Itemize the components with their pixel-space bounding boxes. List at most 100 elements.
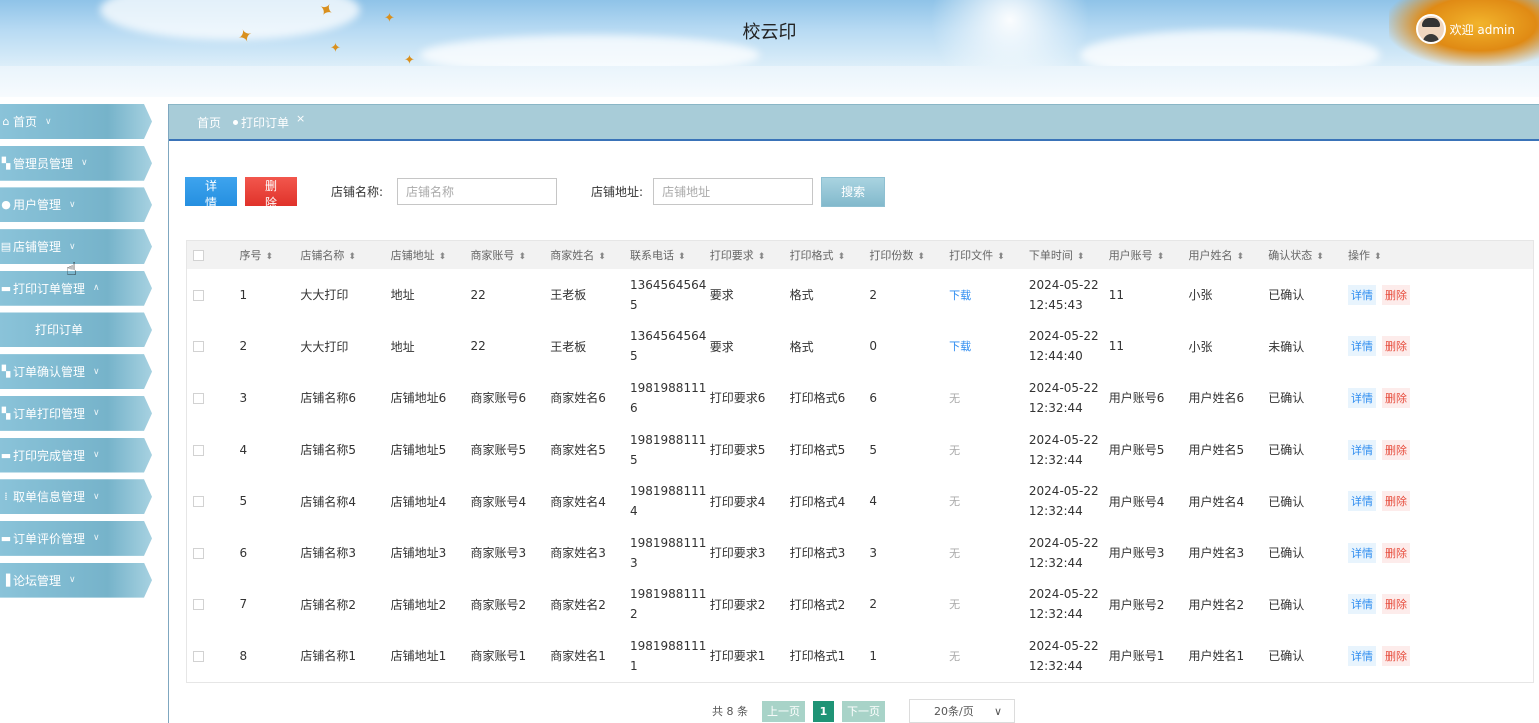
cell-value: 大大打印 — [300, 288, 349, 303]
cell-value: 2024-05-22 12:44:40 — [1028, 329, 1099, 364]
row-detail-button[interactable]: 详情 — [1348, 336, 1377, 357]
grid-icon: ▚ — [1, 365, 11, 379]
row-detail-button[interactable]: 详情 — [1348, 284, 1377, 305]
cell-value: 店铺名称4 — [300, 494, 357, 509]
col-header[interactable]: 打印份数 ⬍ — [869, 241, 949, 269]
row-checkbox[interactable] — [193, 289, 204, 301]
table-cell-copies: 5 — [869, 424, 949, 476]
col-header[interactable]: 打印要求 ⬍ — [710, 241, 790, 269]
row-checkbox[interactable] — [193, 444, 204, 456]
page-number-current[interactable]: 1 — [813, 700, 834, 722]
shop-name-input[interactable] — [397, 178, 558, 205]
row-checkbox[interactable] — [193, 392, 204, 404]
shop-address-input[interactable] — [653, 178, 814, 205]
row-delete-button[interactable]: 删除 — [1382, 491, 1411, 512]
table-cell-no: 3 — [239, 372, 300, 424]
table-cell-user-name: 小张 — [1188, 269, 1268, 321]
cell-value: 王老板 — [550, 288, 587, 303]
cell-value: 已确认 — [1268, 546, 1305, 561]
prev-page-button[interactable]: 上一页 — [762, 700, 805, 722]
next-page-button[interactable]: 下一页 — [842, 700, 885, 722]
sidebar-item-users[interactable]: ● 用户管理 ∨ — [0, 187, 152, 223]
col-header[interactable]: 店铺名称 ⬍ — [300, 241, 390, 269]
col-header[interactable]: 用户账号 ⬍ — [1109, 241, 1189, 269]
table-cell-acct: 商家账号3 — [470, 527, 550, 579]
row-detail-button[interactable]: 详情 — [1348, 387, 1377, 408]
chevron-up-icon: ∧ — [93, 283, 100, 294]
tab-label: 打印订单 — [241, 115, 290, 130]
row-checkbox[interactable] — [193, 341, 204, 353]
col-header[interactable]: 操作 ⬍ — [1348, 241, 1533, 269]
table-cell-user-name: 用户姓名3 — [1188, 527, 1268, 579]
col-header[interactable]: 下单时间 ⬍ — [1029, 241, 1109, 269]
row-detail-button[interactable]: 详情 — [1348, 491, 1377, 512]
user-menu[interactable]: 欢迎 admin — [1415, 14, 1515, 44]
col-header[interactable]: 打印文件 ⬍ — [949, 241, 1029, 269]
col-header-label: 打印文件 — [949, 249, 994, 262]
search-button[interactable]: 搜索 — [821, 176, 886, 207]
cell-value: 13645645645 — [630, 329, 707, 364]
row-checkbox[interactable] — [193, 650, 204, 662]
detail-button[interactable]: 详情 — [185, 177, 237, 210]
row-delete-button[interactable]: 删除 — [1382, 284, 1411, 305]
close-icon[interactable]: × — [296, 112, 305, 125]
sidebar-item-admin[interactable]: ▚ 管理员管理 ∨ — [0, 145, 152, 181]
row-delete-button[interactable]: 删除 — [1382, 387, 1411, 408]
col-header[interactable]: 打印格式 ⬍ — [790, 241, 870, 269]
row-detail-button[interactable]: 详情 — [1348, 542, 1377, 563]
select-all-checkbox[interactable] — [193, 250, 204, 261]
table-cell-user-acct: 11 — [1109, 321, 1189, 373]
avatar[interactable] — [1415, 14, 1446, 44]
sidebar-item-home[interactable]: ⌂ 首页 ∨ — [0, 104, 152, 139]
row-checkbox[interactable] — [193, 599, 204, 611]
sidebar-item-forum[interactable]: ▐ 论坛管理 ∨ — [0, 562, 152, 598]
row-delete-button[interactable]: 删除 — [1382, 336, 1411, 357]
row-actions: 详情 删除 — [1348, 321, 1533, 373]
cell-value: 用户账号3 — [1108, 546, 1165, 561]
cell-value: 大大打印 — [300, 339, 349, 354]
sidebar-item-order-confirm[interactable]: ▚ 订单确认管理 ∨ — [0, 354, 152, 390]
sidebar-item-shops[interactable]: ▤ 店铺管理 ∨ — [0, 229, 152, 265]
cell-value: 19819881115 — [630, 432, 707, 467]
tab-print-order[interactable]: 打印订单 × — [233, 112, 305, 131]
sidebar-item-pickup-info[interactable]: ⁞ 取单信息管理 ∨ — [0, 479, 152, 515]
download-link[interactable]: 下载 — [949, 289, 971, 302]
row-delete-button[interactable]: 删除 — [1382, 594, 1411, 615]
sidebar-item-order-print[interactable]: ▚ 订单打印管理 ∨ — [0, 395, 152, 431]
cell-value: 6 — [239, 545, 248, 560]
page-size-select[interactable]: 20条/页 ∨ — [909, 699, 1015, 723]
row-checkbox[interactable] — [193, 496, 204, 508]
table-cell-time: 2024-05-22 12:32:44 — [1029, 475, 1109, 527]
table-cell-addr: 店铺地址5 — [391, 424, 471, 476]
row-detail-button[interactable]: 详情 — [1348, 439, 1377, 460]
sidebar-item-print-orders[interactable]: ▬ 打印订单管理 ∧ — [0, 270, 152, 306]
col-header[interactable]: 用户姓名 ⬍ — [1188, 241, 1268, 269]
row-detail-button[interactable]: 详情 — [1348, 645, 1377, 666]
sidebar-item-print-done[interactable]: ▬ 打印完成管理 ∨ — [0, 437, 152, 473]
row-delete-button[interactable]: 删除 — [1382, 542, 1411, 563]
sidebar-item-order-review[interactable]: ▬ 订单评价管理 ∨ — [0, 520, 152, 556]
sort-icon: ⬍ — [1236, 252, 1245, 262]
row-checkbox[interactable] — [193, 547, 204, 559]
sort-icon: ⬍ — [757, 252, 766, 262]
row-select-cell — [187, 630, 239, 682]
col-header[interactable]: 商家姓名 ⬍ — [550, 241, 630, 269]
col-header[interactable]: 商家账号 ⬍ — [470, 241, 550, 269]
tab-home[interactable]: 首页 — [197, 114, 221, 131]
page-size-value: 20条/页 — [934, 705, 974, 718]
table-cell-user-acct: 用户账号3 — [1109, 527, 1189, 579]
table-cell-req: 打印要求3 — [710, 527, 790, 579]
grid-icon: ▚ — [1, 156, 11, 170]
download-link[interactable]: 下载 — [949, 340, 971, 353]
col-header[interactable]: 序号 ⬍ — [239, 241, 300, 269]
sidebar-subitem-print-order[interactable]: 打印订单 — [0, 312, 152, 348]
row-delete-button[interactable]: 删除 — [1382, 439, 1411, 460]
cell-value: 要求 — [709, 288, 734, 303]
row-delete-button[interactable]: 删除 — [1382, 645, 1411, 666]
col-header[interactable]: 店铺地址 ⬍ — [391, 241, 471, 269]
delete-button[interactable]: 删除 — [245, 177, 297, 210]
col-header[interactable]: 联系电话 ⬍ — [630, 241, 710, 269]
col-header[interactable]: 确认状态 ⬍ — [1268, 241, 1348, 269]
row-detail-button[interactable]: 详情 — [1348, 594, 1377, 615]
sort-icon: ⬍ — [598, 252, 606, 262]
